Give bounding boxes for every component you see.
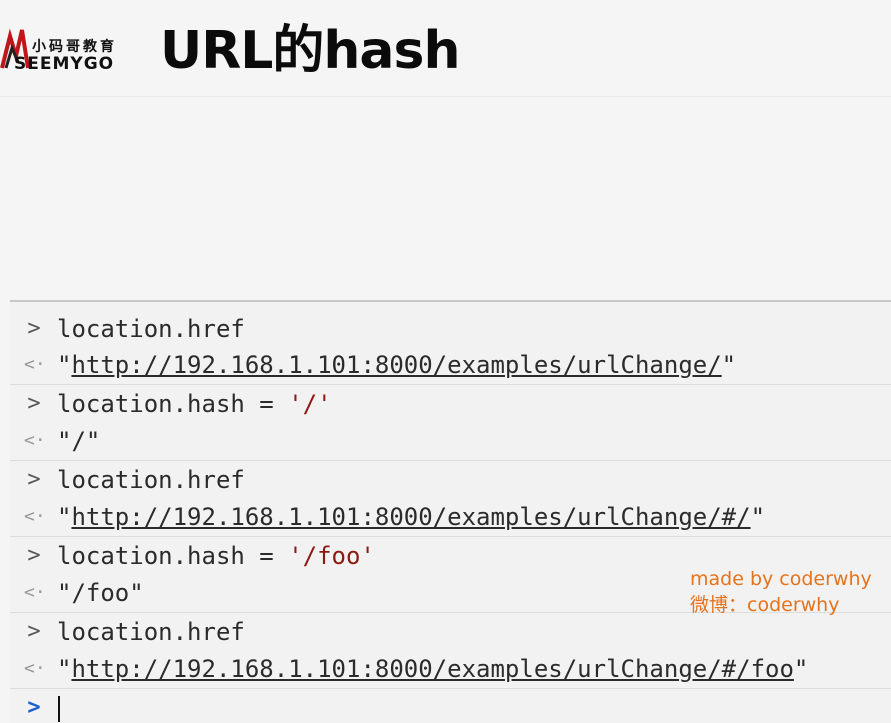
output-prompt-icon: <·	[24, 506, 46, 527]
console-output-row: <· "http://192.168.1.101:8000/examples/u…	[10, 650, 891, 688]
watermark: made by coderwhy 微博：coderwhy	[690, 566, 872, 618]
output-url-link[interactable]: http://192.168.1.101:8000/examples/urlCh…	[71, 655, 793, 683]
input-prompt-icon: >	[27, 543, 41, 568]
console-input-row[interactable]: > location.hash = '/'	[10, 384, 891, 422]
logo-chinese-text: 小码哥教育	[32, 39, 117, 55]
page-title: URL的hash	[160, 21, 460, 81]
blank-area	[0, 96, 891, 300]
console-code: location.href	[57, 315, 245, 343]
active-prompt-icon: >	[27, 695, 41, 720]
brand-logo: 小码哥教育 SEEMYGO	[0, 14, 145, 76]
code-string: '/'	[288, 390, 332, 418]
console-input-row[interactable]: > location.href	[10, 310, 891, 348]
code-text: location.hash =	[57, 542, 289, 570]
output-url-link[interactable]: http://192.168.1.101:8000/examples/urlCh…	[71, 351, 721, 379]
input-prompt-icon: >	[27, 619, 41, 644]
console-prompt-input[interactable]: >	[10, 688, 891, 723]
console-output-row: <· "http://192.168.1.101:8000/examples/u…	[10, 498, 891, 536]
console-output-row: <· "http://192.168.1.101:8000/examples/u…	[10, 346, 891, 384]
console-output: "/"	[57, 427, 101, 455]
console-code: location.href	[57, 618, 245, 646]
output-url-link[interactable]: http://192.168.1.101:8000/examples/urlCh…	[71, 503, 750, 531]
logo-english-text: SEEMYGO	[14, 54, 115, 74]
devtools-console[interactable]: > location.href <· "http://192.168.1.101…	[10, 300, 891, 723]
console-code: location.hash = '/foo'	[57, 537, 375, 575]
input-prompt-icon: >	[27, 316, 41, 341]
console-code: location.hash = '/'	[57, 385, 332, 423]
console-output: "http://192.168.1.101:8000/examples/urlC…	[57, 503, 766, 531]
console-output: "http://192.168.1.101:8000/examples/urlC…	[57, 655, 809, 683]
output-prompt-icon: <·	[24, 658, 46, 679]
output-prompt-icon: <·	[24, 354, 46, 375]
console-output: "http://192.168.1.101:8000/examples/urlC…	[57, 351, 737, 379]
input-prompt-icon: >	[27, 391, 41, 416]
output-prompt-icon: <·	[24, 582, 46, 603]
output-prompt-icon: <·	[24, 430, 46, 451]
code-string: '/foo'	[288, 542, 375, 570]
text-cursor	[58, 696, 60, 722]
console-input-row[interactable]: > location.href	[10, 460, 891, 498]
code-text: location.hash =	[57, 390, 289, 418]
input-prompt-icon: >	[27, 467, 41, 492]
watermark-line-1: made by coderwhy	[690, 568, 872, 590]
console-output-row: <· "/"	[10, 422, 891, 460]
watermark-line-2: 微博：coderwhy	[690, 594, 840, 616]
slide-header: 小码哥教育 SEEMYGO URL的hash	[0, 0, 891, 96]
console-output: "/foo"	[57, 579, 144, 607]
console-code: location.href	[57, 466, 245, 494]
